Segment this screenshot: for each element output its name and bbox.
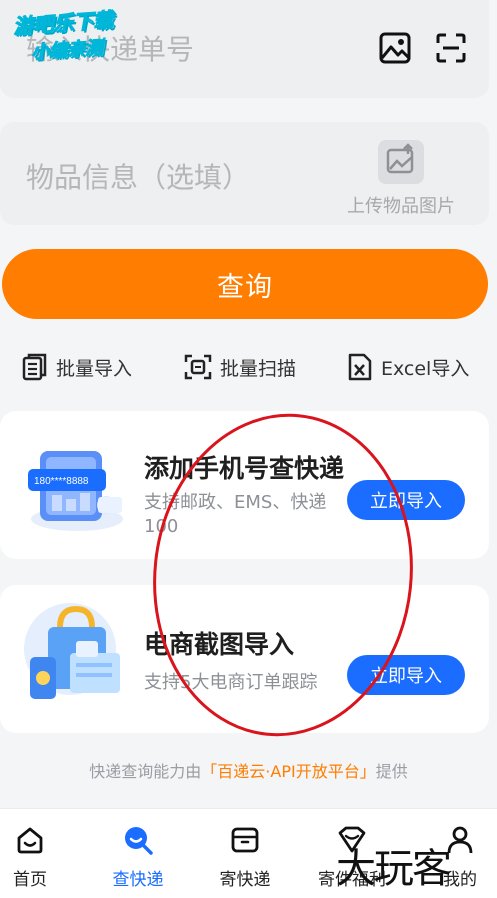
shopping-bag-illustration <box>24 603 120 699</box>
powered-by-suffix: 提供 <box>375 762 408 781</box>
goods-info-input[interactable]: 物品信息（选填） <box>26 156 250 196</box>
tab-home[interactable]: 首页 <box>0 825 75 890</box>
ecommerce-import-subtitle: 支持5大电商订单跟踪 <box>144 672 318 693</box>
import-phone-button[interactable]: 立即导入 <box>347 480 465 520</box>
batch-scan-label: 批量扫描 <box>220 357 297 380</box>
excel-icon <box>348 353 372 381</box>
scan-icon[interactable] <box>434 31 468 65</box>
home-icon <box>17 827 43 854</box>
tab-search-express-label: 查快递 <box>112 870 164 890</box>
corner-watermark: 大玩客 <box>336 846 452 892</box>
batch-import-label: 批量导入 <box>56 357 133 380</box>
add-phone-promo-card[interactable]: 180****8888 添加手机号查快递 支持邮政、EMS、快递 100 立即导… <box>0 411 489 559</box>
tab-home-label: 首页 <box>13 870 47 890</box>
tab-send-express[interactable]: 寄快递 <box>200 825 290 890</box>
phone-card-number: 180****8888 <box>34 476 89 487</box>
ecommerce-screenshot-promo-card[interactable]: 电商截图导入 支持5大电商订单跟踪 立即导入 <box>0 585 489 733</box>
search-icon <box>125 827 153 855</box>
scan-frame-icon <box>184 354 212 380</box>
site-watermark: 游吧乐下载 小编亲测 <box>12 2 146 66</box>
upload-goods-image-label: 上传物品图片 <box>347 196 455 217</box>
upload-image-icon <box>378 140 424 184</box>
excel-import-label: Excel导入 <box>381 357 470 380</box>
add-phone-subtitle: 支持邮政、EMS、快递 <box>144 492 327 513</box>
goods-info-card[interactable]: 物品信息（选填） 上传物品图片 <box>0 122 489 225</box>
image-icon[interactable] <box>378 31 412 65</box>
ecommerce-import-title: 电商截图导入 <box>144 630 295 659</box>
excel-import-button[interactable]: Excel导入 <box>347 352 469 382</box>
import-ecommerce-button[interactable]: 立即导入 <box>347 655 465 695</box>
list-icon <box>22 353 47 381</box>
powered-by-brand-link[interactable]: 「百递云·API开放平台」 <box>201 762 375 781</box>
tab-send-express-label: 寄快递 <box>219 870 271 890</box>
powered-by-prefix: 快递查询能力由 <box>89 762 202 781</box>
phone-card-illustration: 180****8888 <box>28 451 123 531</box>
powered-by-note: 快递查询能力由「百递云·API开放平台」提供 <box>0 758 497 782</box>
batch-import-button[interactable]: 批量导入 <box>22 352 132 382</box>
batch-scan-button[interactable]: 批量扫描 <box>184 352 296 382</box>
query-button[interactable]: 查询 <box>2 249 488 319</box>
add-phone-subtitle-cont: 100 <box>144 516 179 537</box>
box-icon <box>231 827 259 853</box>
upload-goods-image-button[interactable]: 上传物品图片 <box>336 140 466 218</box>
add-phone-title: 添加手机号查快递 <box>144 454 345 483</box>
tab-search-express[interactable]: 查快递 <box>93 825 183 890</box>
